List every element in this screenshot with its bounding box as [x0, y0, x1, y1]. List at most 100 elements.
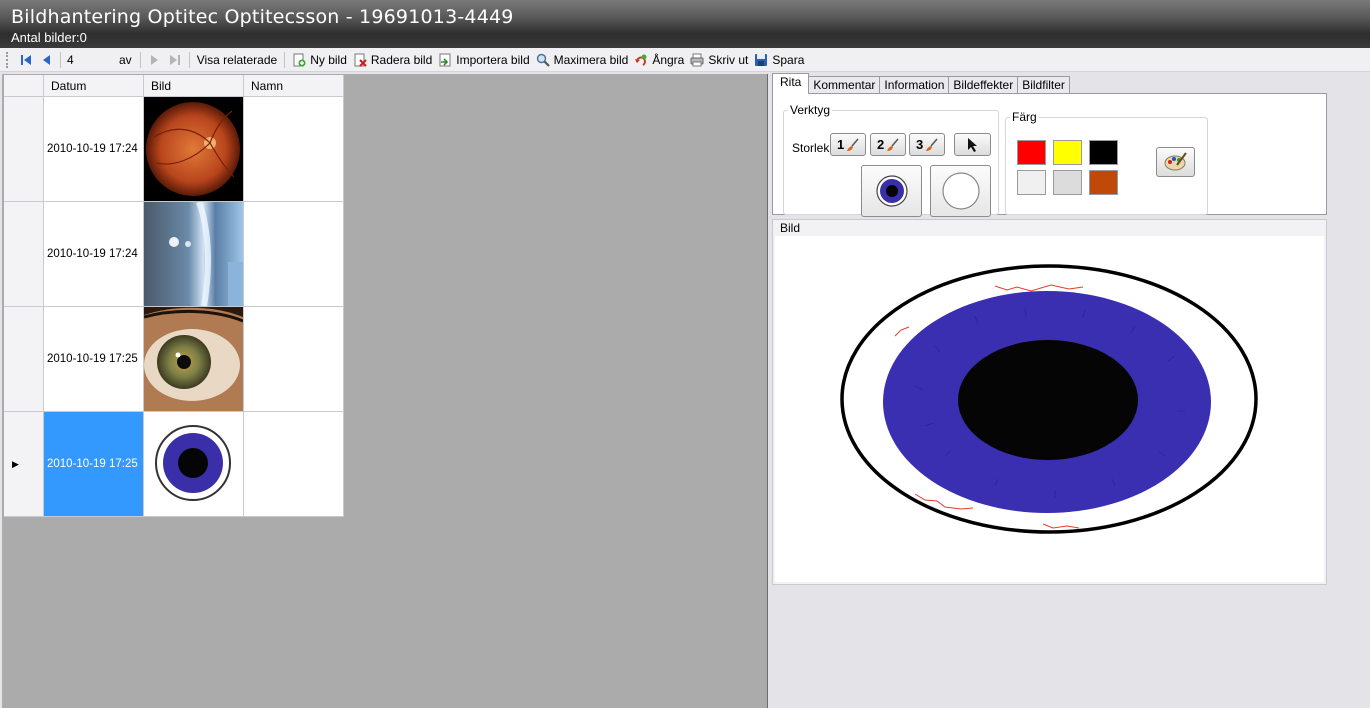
tab-information[interactable]: Information	[879, 76, 950, 94]
image-cell[interactable]	[144, 412, 244, 517]
image-count: Antal bilder:0	[11, 30, 87, 45]
eye-drawing-thumbnail	[144, 412, 243, 516]
table-row[interactable]: 2010-10-19 17:24	[4, 97, 344, 202]
tab-strip: Rita Kommentar Information Bildeffekter …	[772, 73, 1070, 94]
import-image-button[interactable]: Importera bild	[435, 50, 532, 70]
tools-group: Verktyg Storlek 1 2 3	[783, 103, 999, 217]
date-cell[interactable]: 2010-10-19 17:25	[44, 307, 144, 412]
undo-label: Ångra	[652, 52, 685, 67]
first-icon	[21, 54, 31, 65]
color-swatch-white[interactable]	[1017, 170, 1046, 195]
name-cell[interactable]	[244, 412, 344, 517]
table-row[interactable]: 2010-10-19 17:24	[4, 202, 344, 307]
show-related-button[interactable]: Visa relaterade	[194, 50, 281, 70]
last-record-button[interactable]	[165, 50, 185, 70]
column-header-image[interactable]: Bild	[144, 75, 244, 97]
row-header[interactable]	[4, 307, 44, 412]
fundus-photo-thumbnail	[144, 97, 243, 201]
color-swatch-lightgray[interactable]	[1053, 170, 1082, 195]
color-swatch-red[interactable]	[1017, 140, 1046, 165]
color-swatch-yellow[interactable]	[1053, 140, 1082, 165]
next-record-button[interactable]	[145, 50, 165, 70]
color-swatch-black[interactable]	[1089, 140, 1118, 165]
tab-image-filter[interactable]: Bildfilter	[1017, 76, 1070, 94]
draw-tab-content: Verktyg Storlek 1 2 3 Färg	[772, 93, 1327, 217]
image-panel-label: Bild	[780, 221, 801, 235]
size-3-button[interactable]: 3	[909, 133, 945, 156]
image-panel: Bild	[772, 219, 1327, 585]
row-header[interactable]	[4, 202, 44, 307]
name-cell[interactable]	[244, 97, 344, 202]
size-label: Storlek	[792, 141, 830, 155]
column-header-date[interactable]: Datum	[44, 75, 144, 97]
size-3-label: 3	[916, 137, 924, 152]
name-cell[interactable]	[244, 307, 344, 412]
previous-record-button[interactable]	[36, 50, 56, 70]
delete-image-button[interactable]: Radera bild	[350, 50, 435, 70]
maximize-image-button[interactable]: Maximera bild	[533, 50, 632, 70]
iris-template-icon	[875, 175, 908, 207]
table-row[interactable]: 2010-10-19 17:25	[4, 307, 344, 412]
image-cell[interactable]	[144, 307, 244, 412]
date-cell[interactable]: 2010-10-19 17:24	[44, 97, 144, 202]
previous-icon	[43, 54, 50, 65]
toolbar: av Visa relaterade Ny bild Radera bild I…	[0, 48, 1370, 72]
cursor-arrow-icon	[967, 137, 977, 152]
pointer-tool-button[interactable]	[954, 133, 991, 156]
first-record-button[interactable]	[16, 50, 36, 70]
maximize-image-label: Maximera bild	[553, 52, 629, 67]
size-1-label: 1	[837, 137, 845, 152]
import-image-label: Importera bild	[456, 52, 530, 67]
date-cell[interactable]: 2010-10-19 17:24	[44, 202, 144, 307]
row-header[interactable]	[4, 97, 44, 202]
custom-color-button[interactable]	[1156, 147, 1195, 177]
record-of-label: av	[119, 52, 132, 67]
import-image-icon	[439, 53, 451, 66]
image-list-panel: Datum Bild Namn 2010-10-19 17:24 2010-10…	[2, 74, 768, 708]
slit-lamp-photo-thumbnail	[144, 202, 243, 306]
tab-image-effects[interactable]: Bildeffekter	[948, 76, 1019, 94]
record-position-input[interactable]	[65, 51, 117, 68]
brush-icon	[847, 138, 859, 151]
image-cell[interactable]	[144, 202, 244, 307]
magnifier-icon	[536, 53, 550, 67]
brush-icon	[887, 138, 899, 151]
column-header-name[interactable]: Namn	[244, 75, 344, 97]
current-row-arrow-icon: ▶	[12, 459, 19, 469]
show-related-label: Visa relaterade	[196, 52, 278, 67]
save-button[interactable]: Spara	[751, 50, 807, 70]
toolbar-separator	[60, 51, 61, 68]
row-header-corner	[4, 75, 44, 97]
tools-legend: Verktyg	[790, 103, 831, 117]
tab-comment[interactable]: Kommentar	[808, 76, 881, 94]
undo-button[interactable]: Ångra	[631, 50, 687, 70]
row-header[interactable]: ▶	[4, 412, 44, 517]
size-1-button[interactable]: 1	[830, 133, 866, 156]
color-swatch-brown[interactable]	[1089, 170, 1118, 195]
toolbar-grip	[6, 51, 10, 68]
eye-closeup-photo-thumbnail	[144, 307, 243, 411]
tab-draw[interactable]: Rita	[772, 73, 810, 94]
toolbar-separator	[284, 51, 286, 68]
printer-icon	[690, 53, 704, 66]
blank-circle-template-button[interactable]	[930, 165, 991, 217]
circle-template-icon	[941, 172, 980, 210]
editor-panel: Rita Kommentar Information Bildeffekter …	[770, 73, 1370, 708]
date-cell[interactable]: 2010-10-19 17:25	[44, 412, 144, 517]
color-legend: Färg	[1012, 110, 1037, 124]
size-2-button[interactable]: 2	[870, 133, 906, 156]
name-cell[interactable]	[244, 202, 344, 307]
toolbar-separator	[139, 51, 141, 68]
drawing-canvas[interactable]	[775, 236, 1324, 582]
image-grid: Datum Bild Namn 2010-10-19 17:24 2010-10…	[4, 75, 344, 517]
next-icon	[150, 54, 158, 65]
new-image-button[interactable]: Ny bild	[289, 50, 350, 70]
print-button[interactable]: Skriv ut	[687, 50, 751, 70]
color-group: Färg	[1005, 110, 1208, 215]
image-cell[interactable]	[144, 97, 244, 202]
brush-icon	[926, 138, 938, 151]
iris-template-button[interactable]	[861, 165, 922, 217]
table-row[interactable]: ▶ 2010-10-19 17:25	[4, 412, 344, 517]
title-bar: Bildhantering Optitec Optitecsson - 1969…	[0, 0, 1370, 48]
save-label: Spara	[772, 52, 805, 67]
